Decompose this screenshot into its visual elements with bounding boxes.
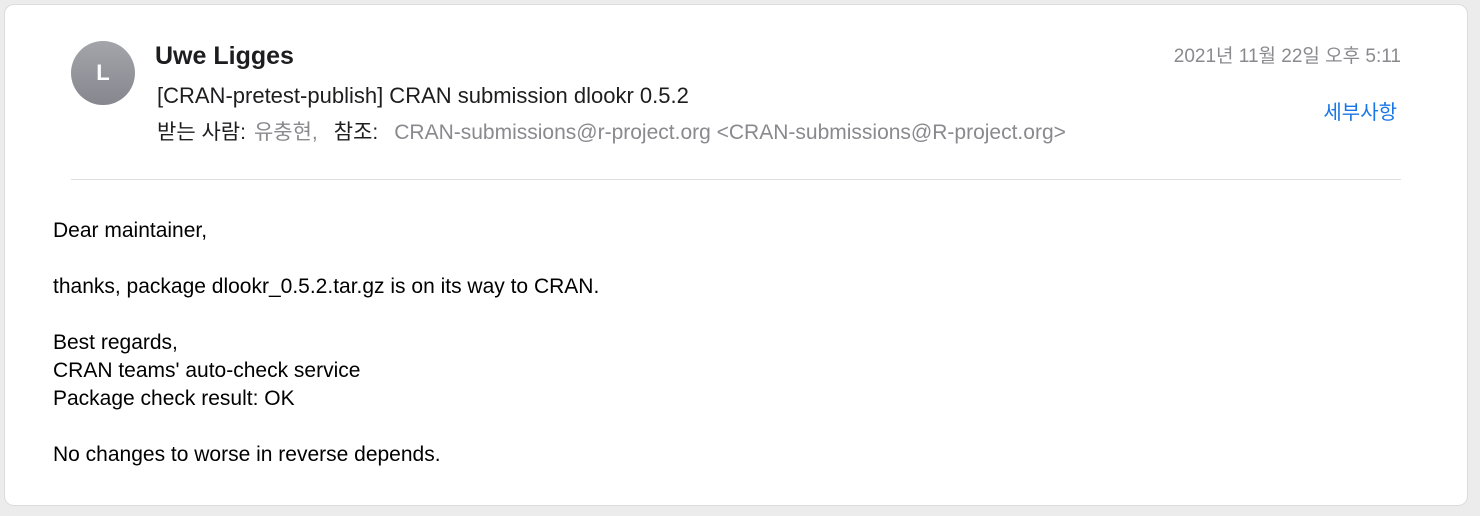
cc-recipient[interactable]: CRAN-submissions@r-project.org <CRAN-sub… [394,121,1066,144]
avatar[interactable]: L [71,41,135,105]
to-recipient[interactable]: 유충현, [254,121,318,144]
body-line: Dear maintainer, [53,219,208,242]
message-date: 2021년 11월 22일 오후 5:11 [1173,46,1401,67]
sender-name[interactable]: Uwe Ligges [155,41,294,71]
details-link[interactable]: 세부사항 [1323,100,1397,126]
body-line: CRAN teams' auto-check service [53,359,361,382]
cc-label: 참조: [333,121,379,144]
message-body: Dear maintainer, thanks, package dlookr_… [53,217,599,469]
body-line: thanks, package dlookr_0.5.2.tar.gz is o… [53,275,600,298]
body-line: Best regards, [53,331,178,354]
avatar-initial: L [96,60,110,85]
header-divider [71,179,1401,180]
body-line: No changes to worse in reverse depends. [53,443,441,466]
recipients-line: 받는 사람: 유충현, 참조: CRAN-submissions@r-project.… [157,119,1066,147]
body-line: Package check result: OK [53,387,295,410]
message-subject: [CRAN-pretest-publish] CRAN submission d… [157,83,689,108]
to-label: 받는 사람: [157,121,246,144]
email-message-card: L Uwe Ligges 2021년 11월 22일 오후 5:11 [CRAN… [4,4,1468,506]
